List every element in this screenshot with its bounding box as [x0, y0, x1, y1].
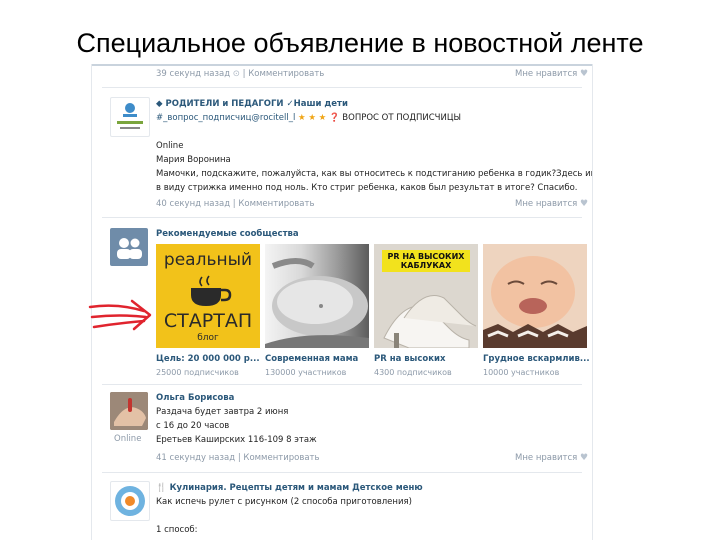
community-members-pr-heels: 4300 подписчиков — [374, 368, 452, 377]
coffee-cup-icon — [191, 275, 232, 306]
like-label: Мне нравится — [515, 69, 578, 79]
post3-footer: 41 секунду назад | Комментировать — [156, 453, 320, 463]
community-members-modern-mom: 130000 участников — [265, 368, 347, 377]
pr-image-text-line2: КАБЛУКАХ — [400, 261, 452, 270]
post1-time[interactable]: 39 секунд назад — [156, 69, 230, 79]
post1-like-button[interactable]: Мне нравится ♥ — [515, 69, 588, 79]
like-label: Мне нравится — [515, 453, 578, 463]
post2-group-name: РОДИТЕЛИ и ПЕДАГОГИ ✓Наши дети — [165, 99, 348, 109]
group-avatar-cooking[interactable] — [110, 481, 150, 521]
post4-line2: 1 способ: — [156, 525, 198, 535]
post2-author: Мария Воронина — [156, 155, 231, 165]
pregnant-belly-photo — [265, 258, 369, 348]
divider — [102, 472, 582, 473]
question-mark-icon: ❓ — [329, 113, 340, 123]
user-avatar-olga[interactable] — [110, 392, 148, 430]
post4-group-name: Кулинария. Рецепты детям и мамам Детское… — [169, 483, 423, 493]
community-name-pr-heels[interactable]: PR на высоких — [374, 354, 445, 364]
separator: | — [232, 199, 236, 209]
heart-icon: ♥ — [579, 69, 589, 79]
divider — [102, 87, 582, 88]
hand-photo — [110, 392, 148, 430]
startup-image-text-sub: блог — [197, 333, 219, 343]
post3-time[interactable]: 41 секунду назад — [156, 453, 235, 463]
feed-top-border — [92, 64, 592, 66]
post3-line1: Раздача будет завтра 2 июня — [156, 407, 289, 417]
like-label: Мне нравится — [515, 199, 578, 209]
post2-comment-link[interactable]: Комментировать — [238, 199, 314, 209]
community-name-breastfeeding[interactable]: Грудное вскармлив... — [483, 354, 590, 364]
group-avatar-parents[interactable] — [110, 97, 150, 137]
post2-time[interactable]: 40 секунд назад — [156, 199, 230, 209]
post3-online: Online — [114, 434, 142, 444]
post2-like-button[interactable]: Мне нравится ♥ — [515, 199, 588, 209]
community-tile-breastfeeding[interactable] — [483, 244, 587, 348]
red-arrow-annotation — [88, 299, 152, 331]
slide-title: Специальное объявление в новостной ленте — [76, 28, 644, 58]
recommended-heading[interactable]: Рекомендуемые сообщества — [156, 229, 299, 239]
post2-footer: 40 секунд назад | Комментировать — [156, 199, 314, 209]
divider — [102, 217, 582, 218]
post3-line2: с 16 до 20 часов — [156, 421, 230, 431]
post2-question-label: ВОПРОС ОТ ПОДПИСЧИЦЫ — [342, 113, 461, 123]
post3-line3: Еретьев Каширских 116-109 8 этаж — [156, 435, 317, 445]
community-name-startup[interactable]: Цель: 20 000 000 р... — [156, 354, 260, 364]
post2-hashtag-row: #_вопрос_подписчиц@rocitell_l ★ ★ ★ ❓ ВО… — [156, 113, 461, 123]
community-name-modern-mom[interactable]: Современная мама — [265, 354, 358, 364]
community-tile-pr-heels[interactable]: PR НА ВЫСОКИХ КАБЛУКАХ — [374, 244, 478, 348]
share-icon: ⊙ — [232, 69, 240, 79]
post2-group-link[interactable]: ◆ РОДИТЕЛИ и ПЕДАГОГИ ✓Наши дети — [156, 99, 348, 109]
post1-footer: 39 секунд назад ⊙ | Комментировать — [156, 69, 324, 79]
heart-icon: ♥ — [579, 453, 589, 463]
community-tile-startup[interactable]: реальный СТАРТАП блог — [156, 244, 260, 348]
community-members-breastfeeding: 10000 участников — [483, 368, 560, 377]
pr-image-text-line1: PR НА ВЫСОКИХ — [387, 252, 465, 261]
heart-icon: ♥ — [579, 199, 589, 209]
divider — [102, 384, 582, 385]
post1-comment-link[interactable]: Комментировать — [248, 69, 324, 79]
pr-image-banner: PR НА ВЫСОКИХ КАБЛУКАХ — [382, 250, 470, 272]
cooking-logo-icon — [115, 486, 145, 516]
separator: | — [237, 453, 241, 463]
post3-comment-link[interactable]: Комментировать — [243, 453, 319, 463]
post4-line1: Как испечь рулет с рисунком (2 способа п… — [156, 497, 412, 507]
startup-image-text-top: реальный — [163, 250, 253, 270]
post4-group-link[interactable]: 🍴 Кулинария. Рецепты детям и мамам Детск… — [156, 483, 423, 493]
post2-text-line2: в виду стрижка именно под ноль. Кто стри… — [156, 183, 578, 193]
fork-knife-icon: 🍴 — [156, 483, 167, 493]
group-icon: ◆ — [156, 99, 163, 109]
post3-author[interactable]: Ольга Борисова — [156, 393, 234, 403]
high-heel-shoes-photo — [383, 295, 477, 348]
communities-icon — [110, 228, 148, 266]
post3-like-button[interactable]: Мне нравится ♥ — [515, 453, 588, 463]
community-members-startup: 25000 подписчиков — [156, 368, 239, 377]
separator: | — [242, 69, 246, 79]
news-feed: 39 секунд назад ⊙ | Комментировать Мне н… — [91, 64, 593, 540]
baby-photo — [483, 244, 587, 348]
community-tile-modern-mom[interactable] — [265, 244, 369, 348]
people-icon — [117, 238, 142, 259]
star-icons: ★ ★ ★ — [298, 113, 327, 123]
post2-hashtag[interactable]: #_вопрос_подписчиц@rocitell_l — [156, 113, 295, 123]
startup-image-text-main: СТАРТАП — [163, 310, 253, 332]
post2-online: Online — [156, 141, 184, 151]
parents-logo-icon — [117, 103, 143, 129]
post2-text-line1: Мамочки, подскажите, пожалуйста, как вы … — [156, 169, 593, 179]
